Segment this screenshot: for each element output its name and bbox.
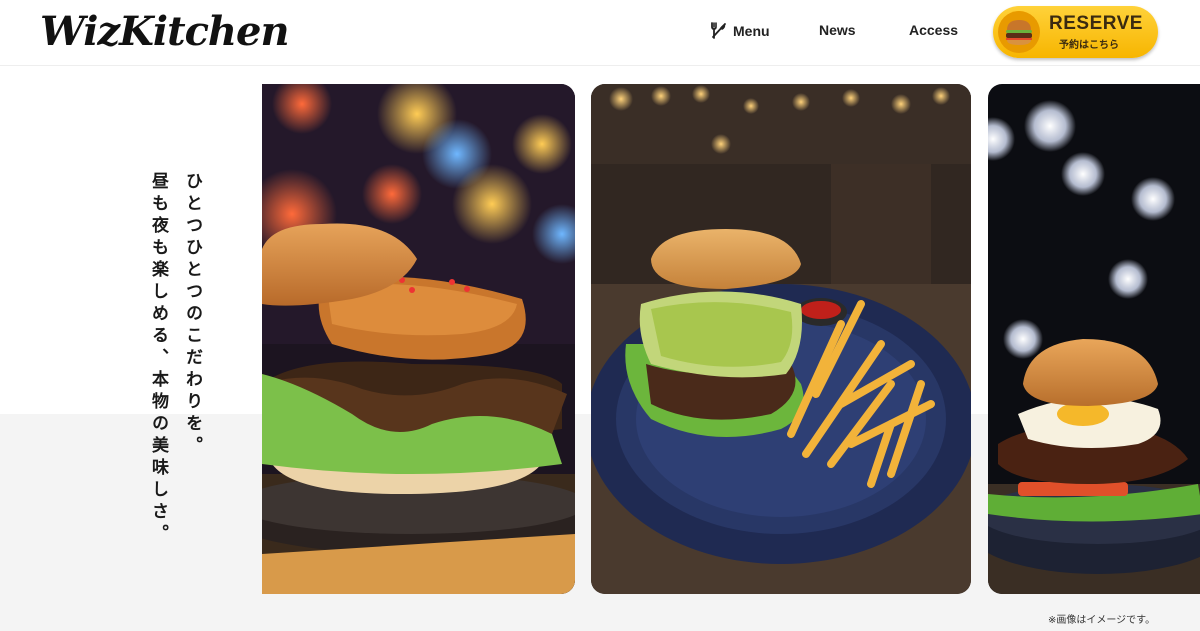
nav-item-label: Access: [909, 22, 959, 38]
burger-with-sauce-photo: [262, 84, 575, 594]
site-header: WizKitchen Menu News Access RESERVE 予約はこ…: [0, 0, 1200, 66]
nav-item-label: News: [819, 22, 856, 38]
nav-item-menu[interactable]: Menu: [710, 22, 770, 39]
site-logo[interactable]: WizKitchen: [40, 6, 290, 58]
nav-item-access[interactable]: Access: [909, 22, 958, 38]
avocado-burger-fries-photo: [591, 84, 971, 594]
tagline-line-2: 昼も夜も楽しめる、本物の美味しさ。: [148, 172, 168, 546]
reserve-button[interactable]: RESERVE 予約はこちら: [993, 6, 1158, 58]
nav-item-news[interactable]: News: [819, 22, 856, 38]
burger-icon: [998, 11, 1040, 53]
image-disclaimer: ※画像はイメージです。: [1048, 615, 1156, 626]
nav-item-label: Menu: [733, 22, 770, 39]
egg-burger-photo: [988, 84, 1200, 594]
reserve-label: RESERVE: [1049, 13, 1143, 34]
tagline-line-1: ひとつひとつのこだわりを。: [182, 172, 202, 458]
fork-knife-icon: [710, 22, 727, 39]
reserve-sub-label: 予約はこちら: [1059, 40, 1119, 51]
